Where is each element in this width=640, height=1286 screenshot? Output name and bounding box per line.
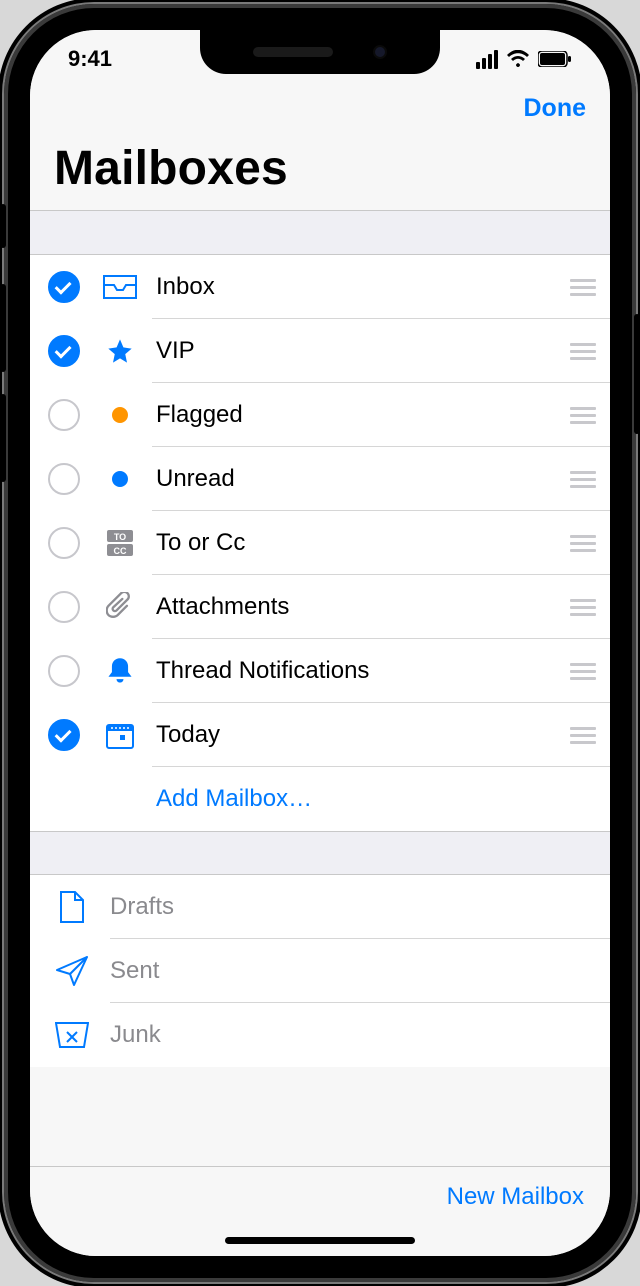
mailbox-label: VIP (156, 337, 568, 365)
nav-header: Done Mailboxes (30, 88, 610, 211)
mailbox-row-flagged[interactable]: Flagged (30, 383, 610, 447)
account-mailboxes-list: Drafts Sent Junk (30, 875, 610, 1067)
cellular-signal-icon (476, 50, 498, 69)
mailbox-check[interactable] (48, 591, 80, 623)
section-gap-middle (30, 831, 610, 875)
mailbox-label: Thread Notifications (156, 657, 568, 685)
drag-handle-icon[interactable] (568, 279, 596, 296)
mailbox-row-inbox[interactable]: Inbox (30, 255, 610, 319)
mailbox-label: Attachments (156, 593, 568, 621)
battery-icon (538, 51, 572, 67)
svg-text:TO: TO (114, 532, 126, 542)
mailbox-label: Unread (156, 465, 568, 493)
add-mailbox-row[interactable]: Add Mailbox… (30, 767, 610, 831)
done-button[interactable]: Done (524, 94, 587, 123)
status-time: 9:41 (68, 46, 112, 72)
screen: 9:41 Done Mailboxes (30, 30, 610, 1256)
mailbox-check[interactable] (48, 719, 80, 751)
paper-plane-icon (54, 956, 90, 986)
calendar-icon (102, 721, 138, 749)
inbox-icon (102, 275, 138, 299)
side-volume-up (0, 284, 6, 372)
mailbox-label: Inbox (156, 273, 568, 301)
drag-handle-icon[interactable] (568, 471, 596, 488)
mailbox-label: Drafts (110, 893, 596, 921)
drag-handle-icon[interactable] (568, 343, 596, 360)
mailbox-label: Sent (110, 957, 596, 985)
mailbox-check[interactable] (48, 463, 80, 495)
side-silent-switch (0, 204, 6, 248)
mailbox-label: Junk (110, 1021, 596, 1049)
content-scroll[interactable]: Inbox VIP (30, 211, 610, 1256)
star-icon (102, 337, 138, 365)
side-volume-down (0, 394, 6, 482)
mailbox-row-thread-notifications[interactable]: Thread Notifications (30, 639, 610, 703)
mailbox-row-vip[interactable]: VIP (30, 319, 610, 383)
document-icon (54, 891, 90, 923)
drag-handle-icon[interactable] (568, 407, 596, 424)
section-gap-top (30, 211, 610, 255)
flag-dot-orange-icon (102, 407, 138, 423)
smart-mailboxes-list: Inbox VIP (30, 255, 610, 831)
junk-icon (54, 1022, 90, 1048)
mailbox-label: Today (156, 721, 568, 749)
home-indicator[interactable] (225, 1237, 415, 1244)
page-title: Mailboxes (30, 123, 610, 210)
svg-text:CC: CC (114, 546, 127, 556)
mailbox-check[interactable] (48, 527, 80, 559)
add-mailbox-label: Add Mailbox… (156, 785, 596, 813)
mailbox-row-today[interactable]: Today (30, 703, 610, 767)
mailbox-row-junk[interactable]: Junk (30, 1003, 610, 1067)
wifi-icon (506, 50, 530, 68)
speaker-grille (253, 47, 333, 57)
unread-dot-icon (102, 471, 138, 487)
mailbox-check[interactable] (48, 399, 80, 431)
mailbox-check[interactable] (48, 655, 80, 687)
bell-icon (102, 656, 138, 686)
mailbox-check[interactable] (48, 335, 80, 367)
to-cc-icon: TO CC (102, 529, 138, 557)
drag-handle-icon[interactable] (568, 727, 596, 744)
mailbox-check[interactable] (48, 271, 80, 303)
new-mailbox-button[interactable]: New Mailbox (447, 1183, 584, 1211)
paperclip-icon (102, 592, 138, 622)
side-power-button (634, 314, 640, 434)
drag-handle-icon[interactable] (568, 599, 596, 616)
mailbox-label: Flagged (156, 401, 568, 429)
drag-handle-icon[interactable] (568, 663, 596, 680)
mailbox-row-sent[interactable]: Sent (30, 939, 610, 1003)
front-camera (373, 45, 387, 59)
drag-handle-icon[interactable] (568, 535, 596, 552)
notch (200, 30, 440, 74)
device-frame: 9:41 Done Mailboxes (4, 4, 636, 1282)
mailbox-row-unread[interactable]: Unread (30, 447, 610, 511)
mailbox-row-attachments[interactable]: Attachments (30, 575, 610, 639)
mailbox-row-drafts[interactable]: Drafts (30, 875, 610, 939)
mailbox-row-to-cc[interactable]: TO CC To or Cc (30, 511, 610, 575)
mailbox-label: To or Cc (156, 529, 568, 557)
